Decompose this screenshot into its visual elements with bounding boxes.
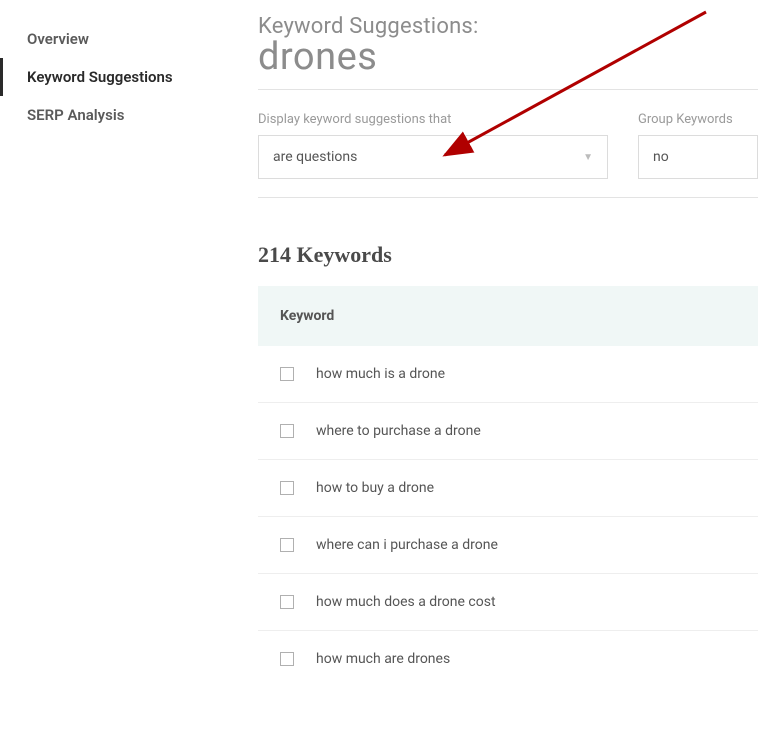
keyword-cell: where can i purchase a drone <box>316 537 498 553</box>
filter-group-keywords-group: Group Keywords no <box>638 112 758 179</box>
table-row: how much is a drone <box>258 346 758 403</box>
row-checkbox[interactable] <box>280 424 294 438</box>
table-row: how much are drones <box>258 631 758 687</box>
row-checkbox[interactable] <box>280 595 294 609</box>
table-header: Keyword <box>258 286 758 346</box>
divider <box>258 89 758 90</box>
main-content: Keyword Suggestions: drones Display keyw… <box>210 0 758 687</box>
sidebar: Overview Keyword Suggestions SERP Analys… <box>0 0 210 687</box>
column-header-keyword: Keyword <box>280 308 334 324</box>
filter-display-select[interactable]: are questions ▼ <box>258 135 608 179</box>
page-title-keyword: drones <box>258 35 758 79</box>
table-row: how to buy a drone <box>258 460 758 517</box>
divider <box>258 197 758 198</box>
keyword-cell: how much does a drone cost <box>316 594 496 610</box>
results-count-heading: 214 Keywords <box>258 242 758 268</box>
filter-display-value: are questions <box>273 149 357 165</box>
row-checkbox[interactable] <box>280 367 294 381</box>
sidebar-item-overview[interactable]: Overview <box>0 20 210 58</box>
table-row: how much does a drone cost <box>258 574 758 631</box>
keyword-cell: how much are drones <box>316 651 450 667</box>
filter-group-value: no <box>653 149 669 165</box>
results-table: how much is a drone where to purchase a … <box>258 346 758 687</box>
filters-row: Display keyword suggestions that are que… <box>258 112 758 179</box>
filter-group-label: Group Keywords <box>638 112 758 127</box>
keyword-cell: how much is a drone <box>316 366 445 382</box>
row-checkbox[interactable] <box>280 538 294 552</box>
table-row: where can i purchase a drone <box>258 517 758 574</box>
chevron-down-icon: ▼ <box>583 152 593 163</box>
filter-display-label: Display keyword suggestions that <box>258 112 608 127</box>
table-row: where to purchase a drone <box>258 403 758 460</box>
filter-display-group: Display keyword suggestions that are que… <box>258 112 608 179</box>
row-checkbox[interactable] <box>280 652 294 666</box>
sidebar-item-keyword-suggestions[interactable]: Keyword Suggestions <box>0 58 210 96</box>
keyword-cell: how to buy a drone <box>316 480 434 496</box>
keyword-cell: where to purchase a drone <box>316 423 481 439</box>
row-checkbox[interactable] <box>280 481 294 495</box>
sidebar-item-serp-analysis[interactable]: SERP Analysis <box>0 96 210 134</box>
filter-group-select[interactable]: no <box>638 135 758 179</box>
